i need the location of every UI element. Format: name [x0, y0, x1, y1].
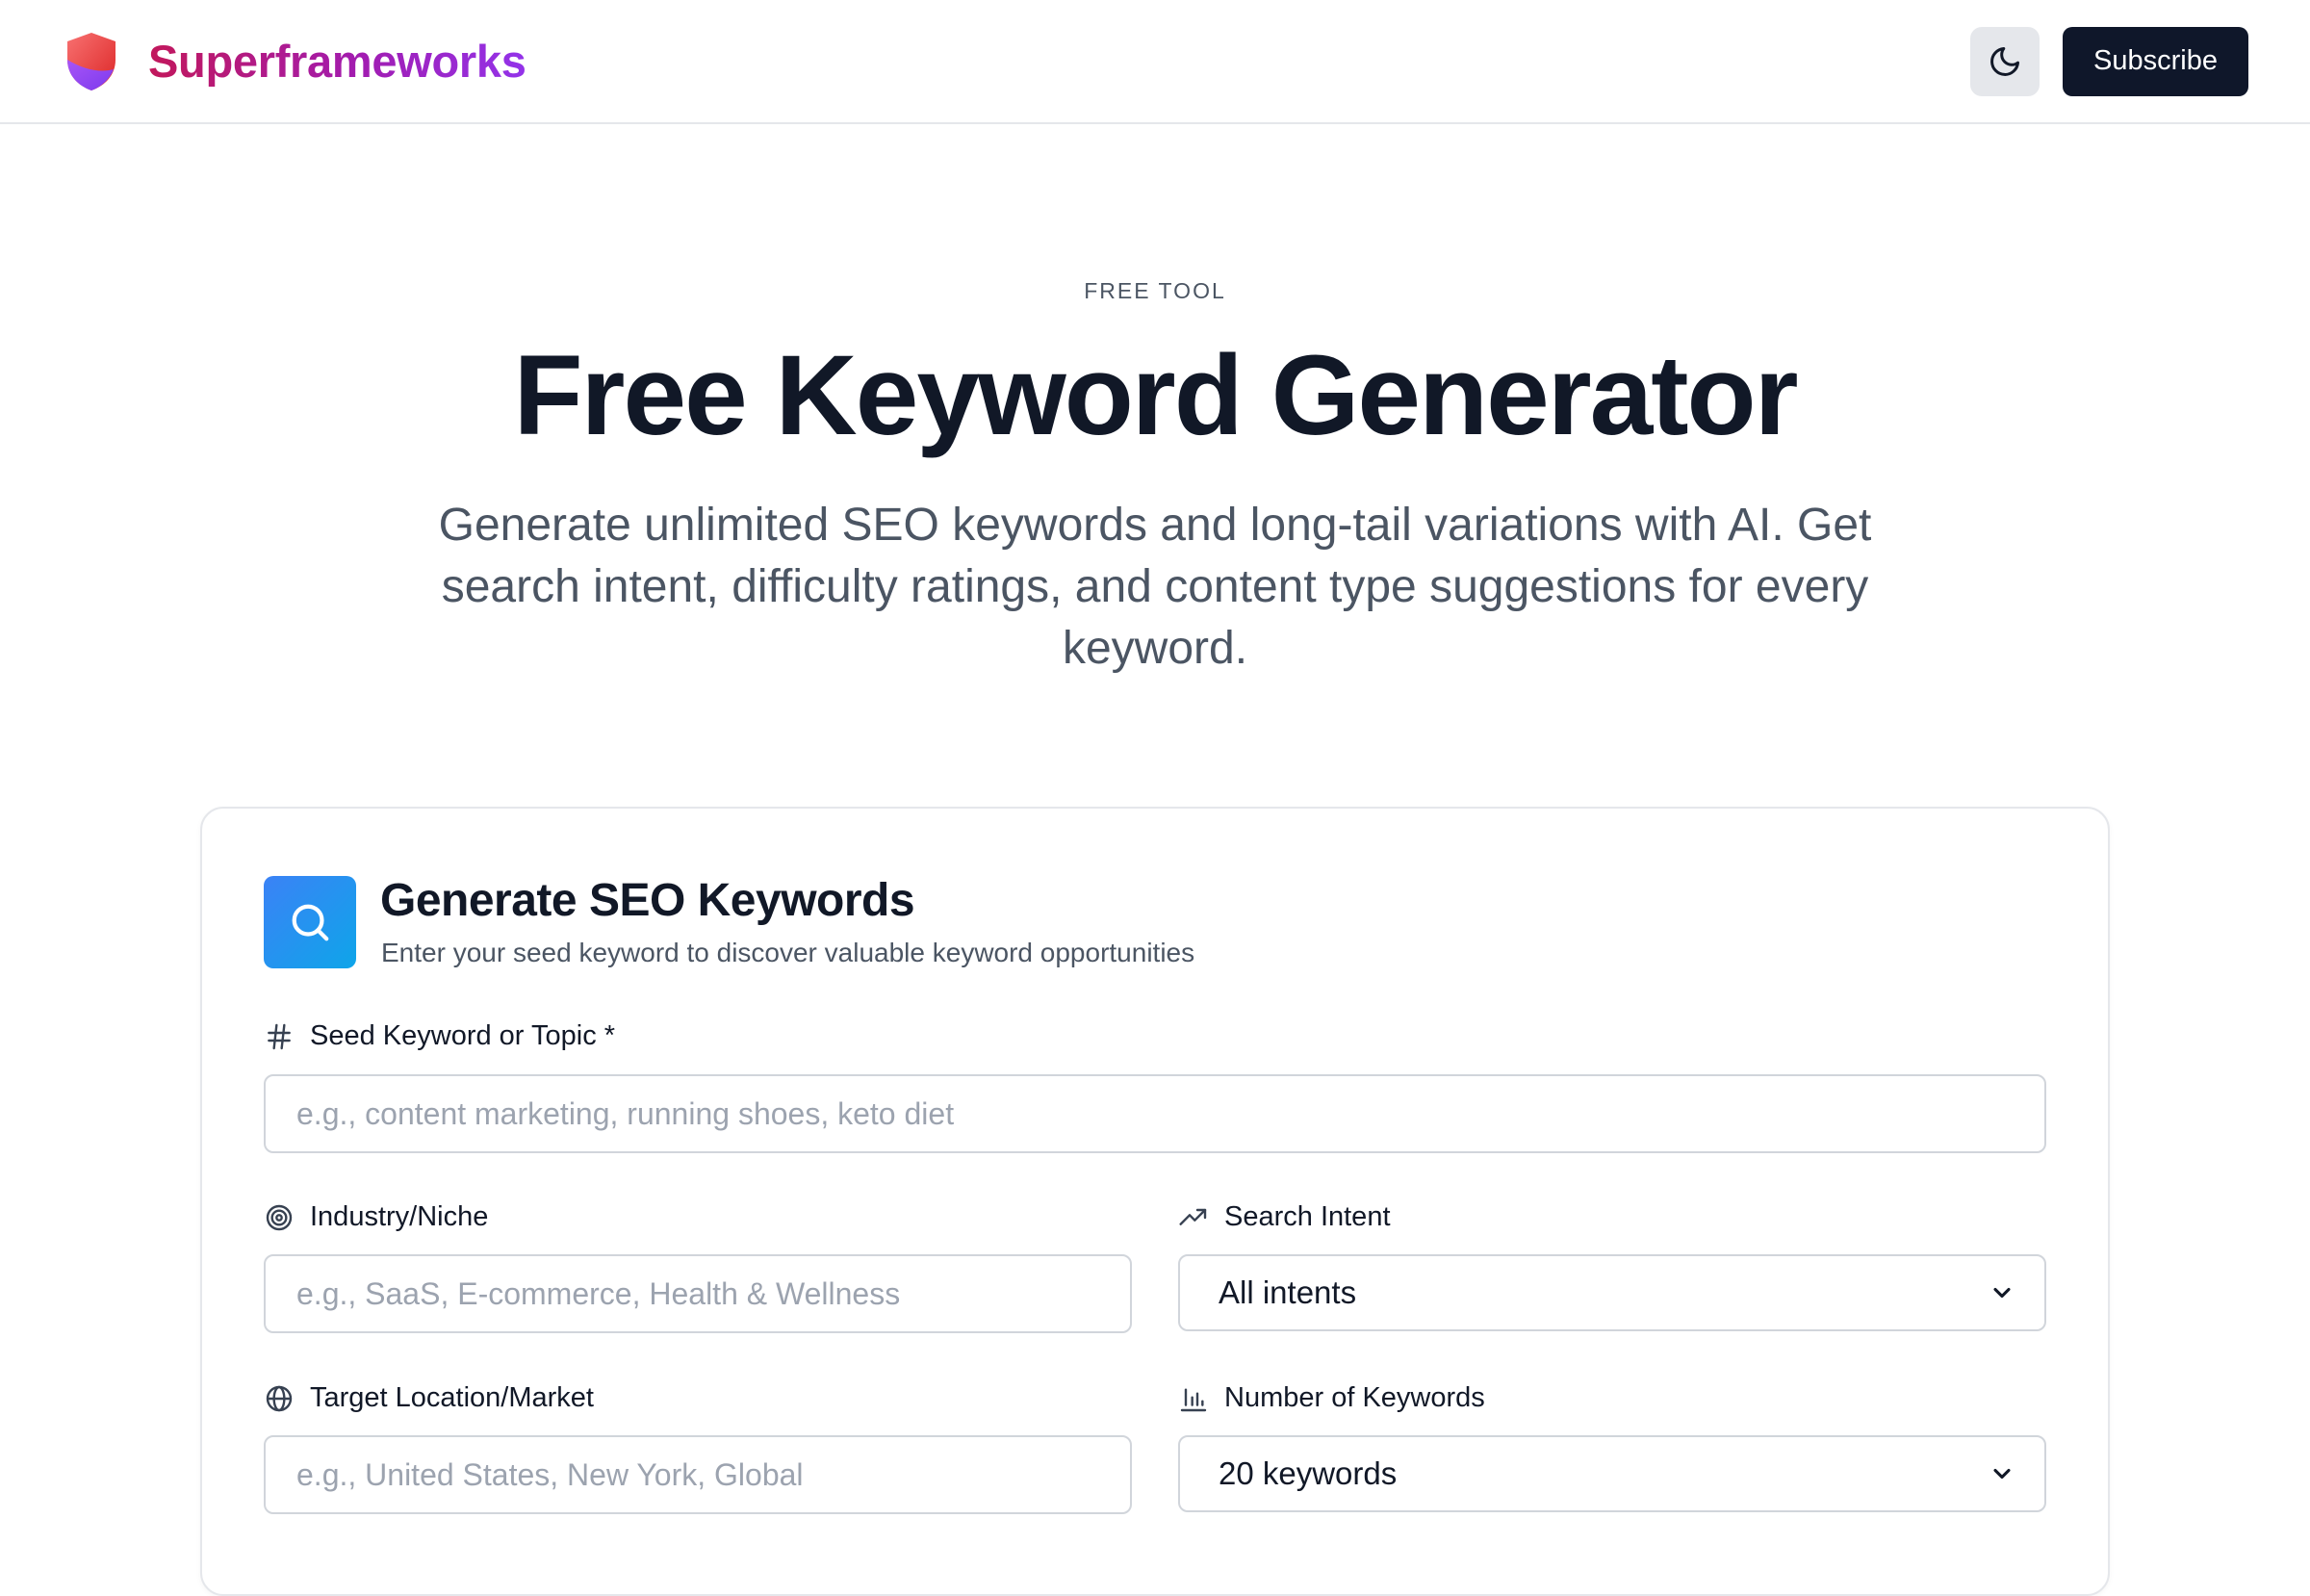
location-label: Target Location/Market	[264, 1382, 594, 1414]
page-title: Free Keyword Generator	[513, 332, 1798, 459]
hero-eyebrow: FREE TOOL	[1084, 278, 1226, 303]
chevron-down-icon	[1993, 1468, 2011, 1480]
keyword-count-selected: 20 keywords	[1219, 1455, 1398, 1491]
keyword-count-label: Number of Keywords	[1178, 1382, 1485, 1414]
card-subtitle: Enter your seed keyword to discover valu…	[381, 938, 1195, 967]
theme-toggle-button[interactable]	[1970, 26, 2040, 96]
trending-up-icon	[1179, 1208, 1207, 1225]
industry-input[interactable]	[264, 1254, 1132, 1333]
hero-subtitle: Generate unlimited SEO keywords and long…	[438, 500, 1872, 674]
keyword-generator-card: Generate SEO Keywords Enter your seed ke…	[200, 807, 2110, 1596]
keyword-count-label-text: Number of Keywords	[1224, 1382, 1485, 1413]
brand-link[interactable]: Superframeworks	[64, 31, 526, 92]
search-intent-label-text: Search Intent	[1224, 1201, 1391, 1232]
card-icon-badge	[264, 876, 356, 968]
target-icon	[266, 1204, 293, 1230]
location-input[interactable]	[264, 1435, 1132, 1514]
moon-icon	[1990, 46, 2020, 76]
search-intent-selected: All intents	[1219, 1274, 1357, 1310]
seed-keyword-input[interactable]	[264, 1074, 2046, 1153]
seed-keyword-label: Seed Keyword or Topic *	[264, 1020, 615, 1052]
search-intent-select[interactable]: All intents	[1178, 1254, 2046, 1331]
site-header: Superframeworks Subscribe	[0, 0, 2310, 124]
bar-chart-icon	[1180, 1387, 1207, 1411]
industry-label-text: Industry/Niche	[310, 1201, 489, 1232]
seed-keyword-label-text: Seed Keyword or Topic *	[310, 1020, 616, 1051]
header-actions: Subscribe	[1970, 26, 2248, 96]
chevron-down-icon	[1993, 1287, 2011, 1299]
shield-logo-icon	[67, 32, 116, 90]
search-intent-label: Search Intent	[1178, 1201, 1391, 1233]
card-title: Generate SEO Keywords	[380, 875, 915, 926]
keyword-count-select[interactable]: 20 keywords	[1178, 1435, 2046, 1512]
industry-label: Industry/Niche	[264, 1201, 488, 1233]
location-label-text: Target Location/Market	[310, 1382, 594, 1413]
brand-name: Superframeworks	[148, 36, 526, 87]
search-icon	[292, 904, 329, 941]
subscribe-button[interactable]: Subscribe	[2063, 26, 2248, 96]
hash-icon	[268, 1023, 291, 1049]
globe-icon	[266, 1385, 293, 1411]
